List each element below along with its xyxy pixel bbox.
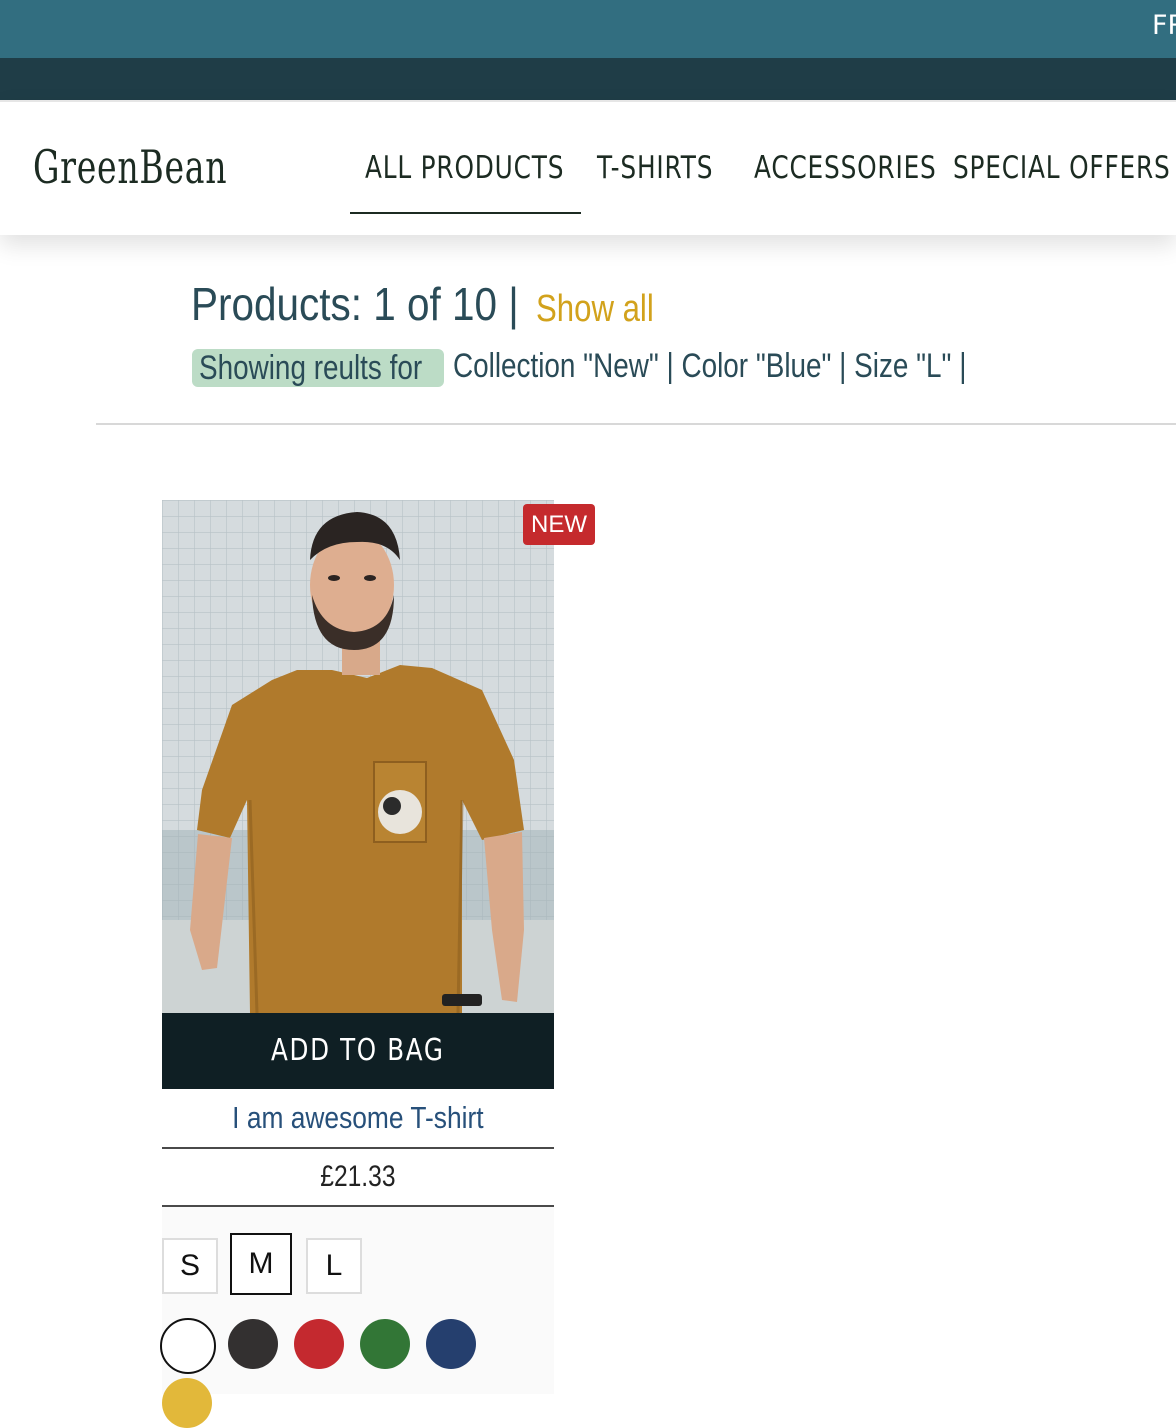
site-header: GreenBean ALL PRODUCTS T-SHIRTS ACCESSOR… (0, 100, 1176, 235)
size-m-button[interactable]: M (230, 1233, 292, 1295)
nav-active-indicator (350, 212, 581, 214)
product-options: S M L (162, 1207, 554, 1394)
promo-text: FR (1152, 10, 1176, 41)
nav-t-shirts[interactable]: T-SHIRTS (597, 150, 713, 186)
product-name[interactable]: I am awesome T-shirt (162, 1089, 554, 1149)
divider (96, 423, 1176, 425)
show-all-link[interactable]: Show all (536, 288, 654, 331)
color-swatch-charcoal[interactable] (228, 1319, 278, 1369)
add-to-bag-button[interactable]: ADD TO BAG (162, 1013, 554, 1089)
color-swatch-yellow[interactable] (162, 1378, 212, 1428)
secondary-bar (0, 58, 1176, 100)
nav-special-offers[interactable]: SPECIAL OFFERS (953, 150, 1171, 186)
filter-label: Showing reults for (199, 349, 423, 387)
filter-label-chip: Showing reults for (192, 349, 444, 387)
color-swatch-green[interactable] (360, 1319, 410, 1369)
product-price-text: £21.33 (320, 1160, 396, 1193)
results-count-text: Products: 1 of 10 | (191, 278, 519, 330)
add-to-bag-label: ADD TO BAG (271, 1033, 445, 1068)
new-badge: NEW (523, 504, 595, 545)
promo-bar: FR (0, 0, 1176, 58)
product-image[interactable] (162, 500, 554, 1013)
color-swatch-red[interactable] (294, 1319, 344, 1369)
product-photo-illustration (162, 500, 554, 1013)
nav-accessories[interactable]: ACCESSORIES (754, 150, 937, 186)
results-count: Products: 1 of 10 | (191, 277, 564, 331)
nav-all-products[interactable]: ALL PRODUCTS (365, 150, 564, 186)
size-s-button[interactable]: S (162, 1238, 218, 1294)
color-swatch-blue[interactable] (426, 1319, 476, 1369)
size-l-button[interactable]: L (306, 1238, 362, 1294)
product-card: ADD TO BAG I am awesome T-shirt £21.33 S… (162, 500, 554, 1394)
color-swatch-white[interactable] (160, 1318, 216, 1374)
logo[interactable]: GreenBean (33, 140, 227, 194)
filter-values[interactable]: Collection "New" | Color "Blue" | Size "… (453, 347, 966, 386)
product-name-text: I am awesome T-shirt (232, 1100, 484, 1135)
product-price: £21.33 (162, 1149, 554, 1207)
